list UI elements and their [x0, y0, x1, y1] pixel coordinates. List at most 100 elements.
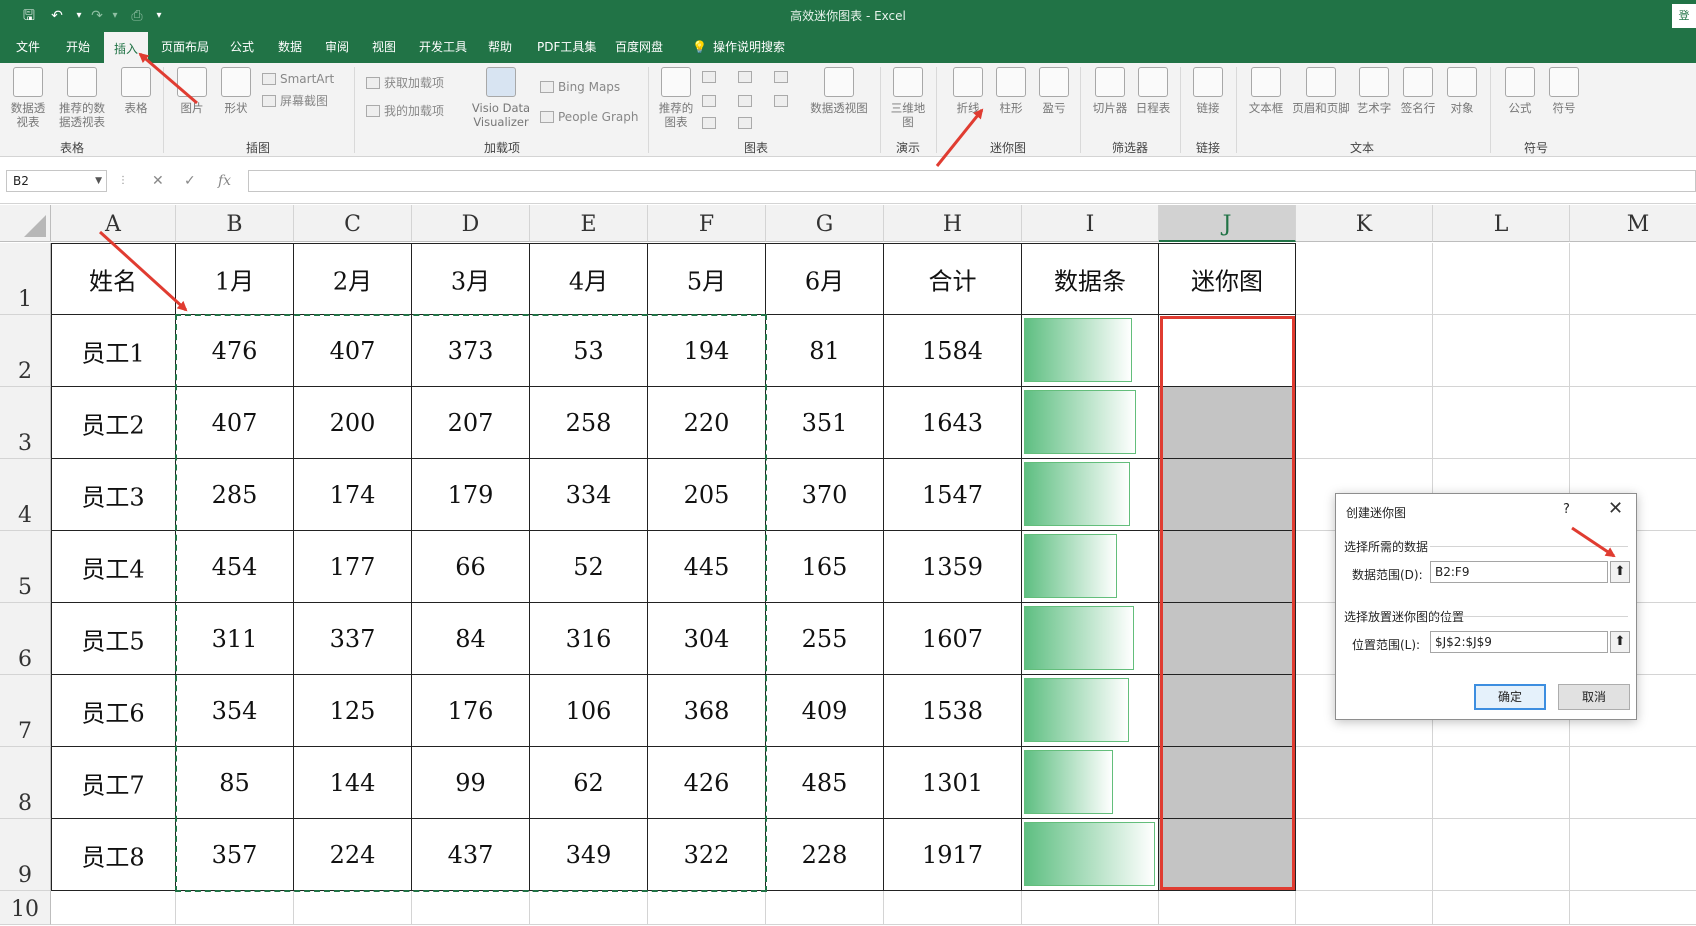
sparkline-line-button[interactable]: 折线	[948, 67, 988, 115]
row-header-10[interactable]: 10	[0, 891, 51, 925]
row-header-5[interactable]: 5	[0, 531, 51, 603]
tab-help[interactable]: 帮助	[478, 32, 522, 63]
column-header-l[interactable]: L	[1433, 205, 1570, 242]
tell-me-search[interactable]: 💡 操作说明搜索	[682, 32, 795, 63]
people-graph-button[interactable]: People Graph	[540, 109, 639, 125]
hierarchy-chart-button[interactable]	[738, 69, 756, 85]
tab-formulas[interactable]: 公式	[220, 32, 264, 63]
scatter-chart-button[interactable]	[738, 115, 756, 131]
empty-cell[interactable]	[1433, 891, 1570, 925]
pie-chart-button[interactable]	[702, 115, 720, 131]
tab-page-layout[interactable]: 页面布局	[151, 32, 219, 63]
wordart-button[interactable]: 艺术字	[1354, 67, 1394, 115]
object-button[interactable]: 对象	[1442, 67, 1482, 115]
bing-maps-button[interactable]: Bing Maps	[540, 79, 620, 95]
empty-cell[interactable]	[1570, 891, 1696, 925]
recommended-pivot-button[interactable]: 推荐的数据透视表	[56, 67, 108, 129]
name-box[interactable]: B2 ▼	[6, 170, 107, 192]
empty-cell[interactable]	[766, 891, 884, 925]
tab-review[interactable]: 审阅	[315, 32, 359, 63]
column-header-e[interactable]: E	[530, 205, 648, 242]
select-all-button[interactable]	[0, 205, 51, 242]
login-button[interactable]: 登	[1672, 4, 1696, 28]
close-icon[interactable]: ✕	[1608, 498, 1623, 519]
empty-cell[interactable]	[412, 891, 530, 925]
recommended-charts-button[interactable]: 推荐的图表	[656, 67, 696, 129]
empty-cell[interactable]	[884, 891, 1022, 925]
tab-file[interactable]: 文件	[6, 32, 50, 63]
tab-view[interactable]: 视图	[362, 32, 406, 63]
tab-data[interactable]: 数据	[268, 32, 312, 63]
tab-developer[interactable]: 开发工具	[409, 32, 477, 63]
shapes-button[interactable]: 形状	[216, 67, 256, 115]
location-range-input[interactable]: $J$2:$J$9	[1430, 631, 1608, 653]
empty-cell[interactable]	[1159, 891, 1296, 925]
equation-button[interactable]: 公式	[1500, 67, 1540, 115]
line-chart-button[interactable]	[702, 93, 720, 109]
cancel-button[interactable]: 取消	[1558, 684, 1630, 710]
row-header-2[interactable]: 2	[0, 315, 51, 387]
collapse-dialog-button[interactable]: ⬆	[1610, 631, 1630, 653]
tab-pdf-tools[interactable]: PDF工具集	[527, 32, 606, 63]
column-header-i[interactable]: I	[1022, 205, 1159, 242]
empty-cell[interactable]	[1433, 387, 1570, 459]
get-addins-button[interactable]: 获取加载项	[366, 75, 444, 91]
empty-cell[interactable]	[1433, 747, 1570, 819]
empty-cell[interactable]	[1296, 819, 1433, 891]
collapse-dialog-button[interactable]: ⬆	[1610, 561, 1630, 583]
help-icon[interactable]: ?	[1563, 502, 1570, 517]
textbox-button[interactable]: 文本框	[1246, 67, 1286, 115]
table-button[interactable]: 表格	[116, 67, 156, 115]
empty-cell[interactable]	[1296, 243, 1433, 315]
row-header-1[interactable]: 1	[0, 243, 51, 315]
empty-cell[interactable]	[51, 891, 176, 925]
insert-function-icon[interactable]: fx	[218, 170, 231, 192]
row-header-8[interactable]: 8	[0, 747, 51, 819]
row-header-7[interactable]: 7	[0, 675, 51, 747]
empty-cell[interactable]	[1570, 315, 1696, 387]
tab-home[interactable]: 开始	[56, 32, 100, 63]
slicer-button[interactable]: 切片器	[1090, 67, 1130, 115]
link-button[interactable]: 链接	[1190, 67, 1226, 115]
column-chart-button[interactable]	[702, 69, 720, 85]
empty-cell[interactable]	[1296, 315, 1433, 387]
column-header-f[interactable]: F	[648, 205, 766, 242]
screenshot-button[interactable]: 屏幕截图	[262, 93, 328, 109]
formula-input[interactable]	[248, 170, 1696, 192]
column-header-a[interactable]: A	[51, 205, 176, 242]
tab-insert[interactable]: 插入	[104, 32, 149, 63]
visio-visualizer-button[interactable]: Visio Data Visualizer	[468, 67, 534, 129]
empty-cell[interactable]	[1296, 891, 1433, 925]
header-footer-button[interactable]: 页眉和页脚	[1290, 67, 1352, 115]
empty-cell[interactable]	[530, 891, 648, 925]
empty-cell[interactable]	[1022, 891, 1159, 925]
column-header-m[interactable]: M	[1570, 205, 1696, 242]
column-header-h[interactable]: H	[884, 205, 1022, 242]
ok-button[interactable]: 确定	[1474, 684, 1546, 710]
column-header-b[interactable]: B	[176, 205, 294, 242]
empty-cell[interactable]	[648, 891, 766, 925]
column-header-k[interactable]: K	[1296, 205, 1433, 242]
data-range-input[interactable]: B2:F9	[1430, 561, 1608, 583]
row-header-9[interactable]: 9	[0, 819, 51, 891]
enter-icon[interactable]: ✓	[184, 170, 196, 192]
row-header-4[interactable]: 4	[0, 459, 51, 531]
chevron-down-icon[interactable]: ▼	[95, 171, 102, 191]
pivot-chart-button[interactable]: 数据透视图	[808, 67, 870, 115]
empty-cell[interactable]	[1296, 747, 1433, 819]
empty-cell[interactable]	[176, 891, 294, 925]
signature-line-button[interactable]: 签名行	[1398, 67, 1438, 115]
sparkline-winloss-button[interactable]: 盈亏	[1034, 67, 1074, 115]
empty-cell[interactable]	[1433, 315, 1570, 387]
cancel-icon[interactable]: ✕	[152, 170, 164, 192]
column-header-g[interactable]: G	[766, 205, 884, 242]
pivot-table-button[interactable]: 数据透视表	[8, 67, 48, 129]
empty-cell[interactable]	[294, 891, 412, 925]
empty-cell[interactable]	[1296, 387, 1433, 459]
symbol-button[interactable]: 符号	[1544, 67, 1584, 115]
column-header-d[interactable]: D	[412, 205, 530, 242]
column-header-c[interactable]: C	[294, 205, 412, 242]
statistic-chart-button[interactable]	[738, 93, 756, 109]
pictures-button[interactable]: 图片	[172, 67, 212, 115]
row-header-6[interactable]: 6	[0, 603, 51, 675]
